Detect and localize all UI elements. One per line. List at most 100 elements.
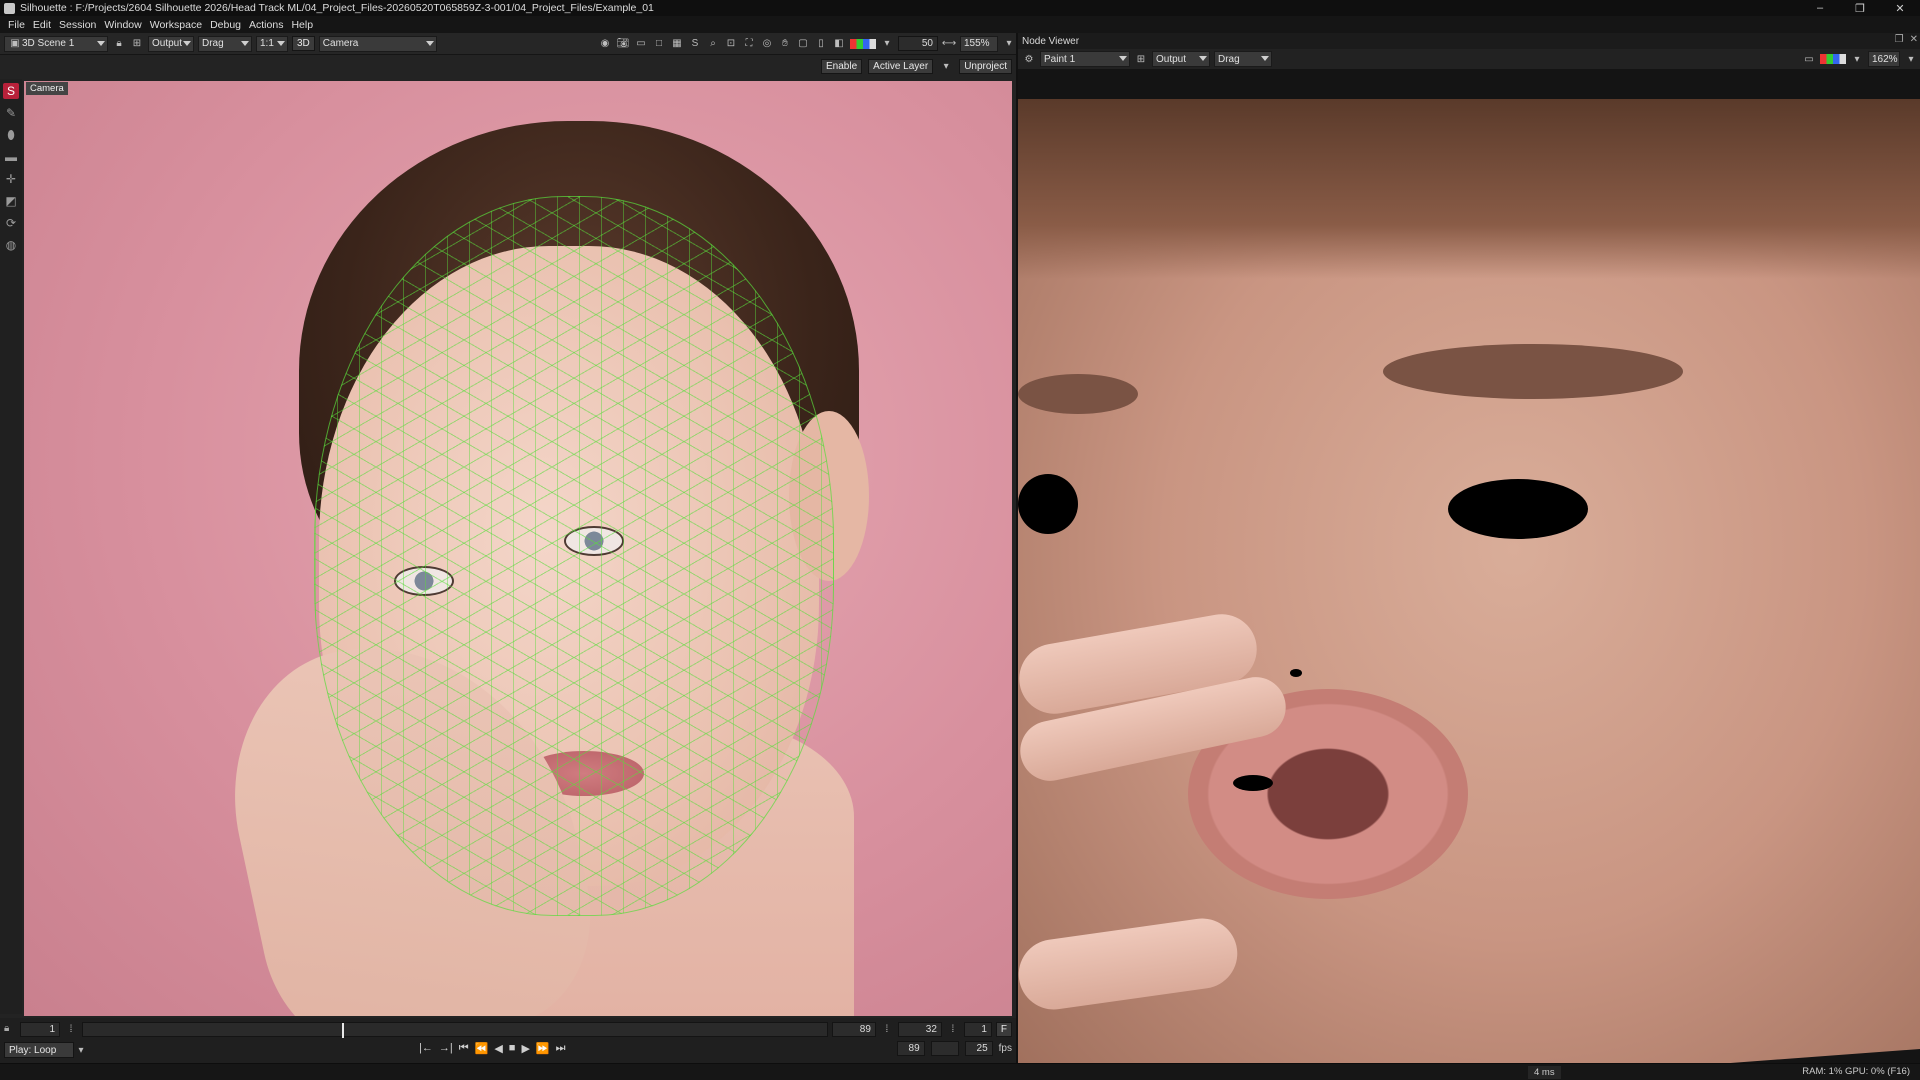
toggle-icon[interactable]: ◉ [598,37,612,51]
overlay-icon[interactable]: ⊞ [130,37,144,51]
node-viewer-titlebar: Node Viewer ❐ ✕ [1018,33,1920,49]
step-icon[interactable]: ⁞ [880,1022,894,1036]
close-panel-icon[interactable]: ✕ [1910,34,1918,45]
mask-icon[interactable]: ▢ [796,37,810,51]
go-end-button[interactable]: →| [439,1042,453,1055]
fps-field[interactable]: 25 [964,1041,993,1056]
chevron-down-icon[interactable]: ▾ [1002,37,1016,51]
stop-button[interactable]: ■ [509,1042,516,1055]
monitor-icon[interactable]: ▭ [634,37,648,51]
zoom-select[interactable]: 155% [960,35,998,52]
node-select[interactable]: Paint 1 [1040,51,1130,67]
unproject-button[interactable]: Unproject [959,59,1012,74]
texture-eye-hole-right [1448,479,1588,539]
color-channels-swatch[interactable] [850,38,876,49]
chevron-down-icon[interactable]: ▾ [1904,52,1918,66]
zoom-icon[interactable]: ⌕ [706,37,720,51]
menu-window[interactable]: Window [100,19,145,31]
safe-icon[interactable]: S [688,37,702,51]
fit-width-icon[interactable]: ⟷ [942,37,956,51]
right-mode-select[interactable]: Drag [1214,51,1272,67]
duration-field[interactable]: 89 [896,1041,925,1056]
camera-viewer[interactable]: Camera [24,81,1012,1016]
playhead[interactable] [342,1022,344,1038]
overlay-icon[interactable]: ⊞ [1134,52,1148,66]
camera-select[interactable]: Camera [318,35,437,52]
chevron-down-icon[interactable]: ▾ [1850,52,1864,66]
mode-select[interactable]: Drag [198,35,252,52]
enable-button[interactable]: Enable [821,59,863,74]
last-frame-button[interactable]: ⏭ [556,1042,566,1055]
face-track-mesh[interactable] [314,196,834,916]
step-icon[interactable]: ⁞ [946,1022,960,1036]
float-panel-icon[interactable]: ❐ [1895,34,1904,45]
transform-icon[interactable]: ✛ [3,171,19,187]
node-icon[interactable]: ⚙ [1022,52,1036,66]
scene-icon: ▣ [10,38,20,49]
file-icon[interactable]: ▯ [814,37,828,51]
close-button[interactable]: ✕ [1880,0,1920,16]
menu-help[interactable]: Help [287,19,317,31]
right-zoom-label: 162% [1872,53,1898,65]
frame-mode-button[interactable]: F [995,1021,1012,1037]
maximize-button[interactable]: ❐ [1840,0,1880,16]
node-viewer-canvas[interactable] [1018,69,1920,1063]
hand-icon[interactable]: ✋︎ [778,37,792,51]
timeline-scrubber[interactable] [82,1021,828,1038]
exposure-field[interactable]: 50 [898,36,938,51]
start-frame-field[interactable]: 1 [20,1021,60,1037]
frame-icon[interactable]: □ [652,37,666,51]
play-mode-select[interactable]: Play: Loop [4,1042,74,1058]
current-frame-field[interactable]: 32 [897,1021,942,1037]
chevron-down-icon[interactable]: ▾ [880,37,894,51]
first-frame-button[interactable]: ⏮ [459,1042,469,1055]
blob-icon[interactable]: ⬮ [3,127,19,143]
menu-file[interactable]: File [4,19,29,31]
expand-icon[interactable]: ⛶ [742,37,756,51]
play-button[interactable]: ▶ [521,1042,529,1055]
rotate-icon[interactable]: ⟳ [3,215,19,231]
scene-select[interactable]: ▣ 3D Scene 1 [4,35,108,52]
menu-edit[interactable]: Edit [29,19,55,31]
timeline: 🔒︎ 1 ⁞ 89 ⁞ 32 ⁞ 1 F Play: Loop ▾ |← →| … [0,1018,1016,1063]
lock-icon[interactable]: 🔒︎ [112,37,126,51]
prev-key-button[interactable]: ⏪ [475,1042,489,1055]
title-bar: Silhouette : F:/Projects/2604 Silhouette… [0,0,1920,16]
menu-actions[interactable]: Actions [245,19,287,31]
lock-icon[interactable]: 🔒︎ [4,1023,16,1035]
view-3d-button[interactable]: 3D [292,36,315,51]
duration-slider[interactable] [930,1041,959,1056]
right-zoom-select[interactable]: 162% [1868,51,1900,67]
right-color-channels-swatch[interactable] [1820,54,1846,64]
chevron-down-icon[interactable]: ▾ [74,1043,88,1057]
silhouette-logo-icon[interactable]: S [3,83,19,99]
chevron-down-icon[interactable]: ▾ [939,59,953,73]
camera-icon[interactable]: 📷︎ [616,37,630,51]
chevron-down-icon [183,40,191,46]
step-field[interactable]: 1 [963,1021,992,1037]
channel-icon[interactable]: ◧ [832,37,846,51]
menu-session[interactable]: Session [55,19,100,31]
globe-icon[interactable]: ◍ [3,237,19,253]
grid-icon[interactable]: ▦ [670,37,684,51]
next-key-button[interactable]: ⏩ [536,1042,550,1055]
texture-hair [1018,99,1920,279]
menu-bar: File Edit Session Window Workspace Debug… [0,16,1920,33]
output-select[interactable]: Output [148,35,194,52]
minimize-button[interactable]: – [1800,0,1840,16]
end-frame-field[interactable]: 89 [831,1021,876,1037]
active-layer-button[interactable]: Active Layer [868,59,934,74]
ratio-select[interactable]: 1:1 [256,35,288,52]
target-icon[interactable]: ◎ [760,37,774,51]
step-icon[interactable]: ⁞ [64,1022,78,1036]
paint-icon[interactable]: ✎ [3,105,19,121]
rect-icon[interactable]: ▬ [3,149,19,165]
menu-debug[interactable]: Debug [206,19,245,31]
scale-icon[interactable]: ◩ [3,193,19,209]
right-output-select[interactable]: Output [1152,51,1210,67]
monitor-icon[interactable]: ▭ [1802,52,1816,66]
play-reverse-button[interactable]: ◀ [494,1042,502,1055]
menu-workspace[interactable]: Workspace [146,19,206,31]
go-start-button[interactable]: |← [419,1042,433,1055]
fit-icon[interactable]: ⊡ [724,37,738,51]
